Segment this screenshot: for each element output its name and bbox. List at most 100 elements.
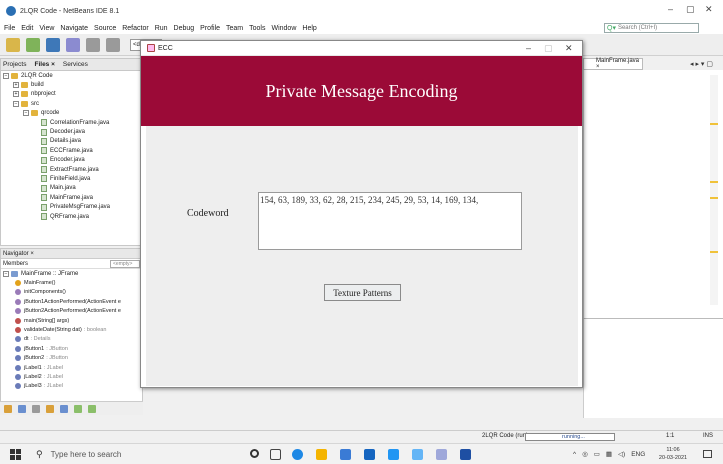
redo-icon[interactable] bbox=[106, 37, 120, 52]
texture-patterns-button[interactable]: Texture Patterns bbox=[324, 284, 401, 301]
member-item[interactable]: jButton1ActionPerformed(ActionEvent e bbox=[1, 297, 142, 306]
photos-icon[interactable] bbox=[388, 449, 399, 460]
menu-view[interactable]: View bbox=[39, 25, 54, 32]
member-item[interactable]: jButton2: JButton bbox=[1, 354, 142, 363]
undo-icon[interactable] bbox=[86, 37, 100, 52]
minimize-icon[interactable]: – bbox=[668, 4, 673, 14]
display-icon[interactable]: ▦ bbox=[606, 450, 612, 458]
tree-folder[interactable]: + nbproject bbox=[1, 90, 142, 99]
panel-tab-1[interactable]: Files × bbox=[34, 61, 54, 68]
tree-file[interactable]: MainFrame.java bbox=[1, 193, 142, 202]
expand-icon[interactable]: + bbox=[13, 82, 19, 89]
edge-browser-icon[interactable] bbox=[292, 449, 303, 460]
editor-tab-mainframe[interactable]: MainFrame.java × bbox=[583, 58, 643, 70]
error-stripe-mark[interactable] bbox=[710, 197, 718, 199]
filter-icon[interactable] bbox=[60, 404, 68, 413]
member-item[interactable]: main(String[] args) bbox=[1, 316, 142, 325]
menu-source[interactable]: Source bbox=[94, 25, 116, 32]
menu-edit[interactable]: Edit bbox=[21, 25, 33, 32]
tree-file[interactable]: Main.java bbox=[1, 184, 142, 193]
new-project-icon[interactable] bbox=[6, 37, 20, 52]
editor-tab-controls[interactable]: ◂ ▸ ▾ ▢ bbox=[690, 60, 713, 68]
netbeans-taskbar-icon[interactable] bbox=[412, 449, 423, 460]
tree-file[interactable]: ECCFrame.java bbox=[1, 146, 142, 155]
cortana-icon[interactable] bbox=[250, 449, 259, 458]
tree-folder[interactable]: − src bbox=[1, 99, 142, 108]
navigator-title[interactable]: Navigator × bbox=[1, 249, 142, 259]
navigator-root[interactable]: − MainFrame :: JFrame bbox=[1, 269, 142, 278]
output-window[interactable] bbox=[583, 318, 723, 418]
tree-folder[interactable]: + build bbox=[1, 80, 142, 89]
expand-icon[interactable]: + bbox=[13, 91, 19, 98]
word-icon[interactable] bbox=[460, 449, 471, 460]
menu-team[interactable]: Team bbox=[226, 25, 243, 32]
filter-icon[interactable] bbox=[18, 404, 26, 413]
member-item[interactable]: MainFrame() bbox=[1, 278, 142, 287]
menu-window[interactable]: Window bbox=[271, 25, 296, 32]
tree-file[interactable]: Decoder.java bbox=[1, 127, 142, 136]
tree-file[interactable]: CorrelationFrame.java bbox=[1, 118, 142, 127]
tree-file[interactable]: Encoder.java bbox=[1, 156, 142, 165]
menu-debug[interactable]: Debug bbox=[174, 25, 195, 32]
task-view-icon[interactable] bbox=[270, 449, 281, 460]
save-all-icon[interactable] bbox=[46, 37, 60, 52]
notification-icon[interactable] bbox=[703, 450, 712, 458]
menu-run[interactable]: Run bbox=[155, 25, 168, 32]
panel-tab-2[interactable]: Services bbox=[63, 61, 88, 68]
error-stripe-mark[interactable] bbox=[710, 123, 718, 125]
member-item[interactable]: initComponents() bbox=[1, 288, 142, 297]
menu-refactor[interactable]: Refactor bbox=[122, 25, 148, 32]
network-icon[interactable]: ◎ bbox=[582, 450, 588, 458]
editor-scrollbar[interactable] bbox=[710, 75, 718, 305]
sort-icon[interactable] bbox=[88, 404, 96, 413]
menu-help[interactable]: Help bbox=[302, 25, 316, 32]
close-icon[interactable]: ✕ bbox=[565, 43, 573, 54]
menu-navigate[interactable]: Navigate bbox=[60, 25, 88, 32]
start-button[interactable] bbox=[10, 449, 21, 460]
filter-icon[interactable] bbox=[4, 404, 12, 413]
tree-folder[interactable]: − 2LQR Code bbox=[1, 71, 142, 80]
taskbar-search-box[interactable]: ⚲ Type here to search bbox=[28, 446, 228, 463]
code-editor[interactable] bbox=[583, 70, 723, 318]
tree-folder[interactable]: − qrcode bbox=[1, 109, 142, 118]
collapse-icon[interactable]: − bbox=[3, 270, 9, 277]
filter-icon[interactable] bbox=[32, 404, 40, 413]
tree-file[interactable]: PrivateMsgFrame.java bbox=[1, 202, 142, 211]
close-icon[interactable]: ✕ bbox=[705, 4, 713, 15]
tree-file[interactable]: QRFrame.java bbox=[1, 212, 142, 221]
member-item[interactable]: jButton1: JButton bbox=[1, 344, 142, 353]
volume-icon[interactable]: ◁) bbox=[618, 450, 625, 458]
collapse-icon[interactable]: − bbox=[3, 72, 9, 79]
show-hidden-icons[interactable]: ^ bbox=[573, 451, 576, 458]
member-item[interactable]: jLabel2: JLabel bbox=[1, 372, 142, 381]
maximize-icon[interactable]: ▢ bbox=[686, 4, 695, 15]
tree-file[interactable]: FiniteField.java bbox=[1, 174, 142, 183]
language-indicator[interactable]: ENG bbox=[631, 451, 645, 458]
open-project-icon[interactable] bbox=[66, 37, 80, 52]
collapse-icon[interactable]: − bbox=[13, 100, 19, 107]
menu-profile[interactable]: Profile bbox=[200, 25, 220, 32]
minimize-icon[interactable]: – bbox=[526, 43, 531, 53]
java-taskbar-icon[interactable] bbox=[436, 449, 447, 460]
member-item[interactable]: jButton2ActionPerformed(ActionEvent e bbox=[1, 307, 142, 316]
member-item[interactable]: validateDate(String dat): boolean bbox=[1, 325, 142, 334]
collapse-icon[interactable]: − bbox=[23, 110, 29, 117]
ide-search-input[interactable]: Q▾ Search (Ctrl+I) bbox=[604, 23, 699, 33]
member-item[interactable]: jLabel1: JLabel bbox=[1, 363, 142, 372]
members-filter-select[interactable]: <empty> bbox=[110, 260, 140, 268]
codeword-textarea[interactable]: 154, 63, 189, 33, 62, 28, 215, 234, 245,… bbox=[258, 192, 522, 250]
run-progress-bar[interactable]: running... bbox=[525, 433, 615, 441]
member-item[interactable]: jLabel3: JLabel bbox=[1, 382, 142, 391]
battery-icon[interactable]: ▭ bbox=[594, 450, 600, 458]
tree-file[interactable]: ExtractFrame.java bbox=[1, 165, 142, 174]
error-stripe-mark[interactable] bbox=[710, 251, 718, 253]
ecc-title-bar[interactable]: ECC – ▢ ✕ bbox=[141, 41, 582, 56]
menu-tools[interactable]: Tools bbox=[249, 25, 265, 32]
mail-icon[interactable] bbox=[364, 449, 375, 460]
member-item[interactable]: dt: Details bbox=[1, 335, 142, 344]
file-explorer-icon[interactable] bbox=[316, 449, 327, 460]
panel-tab-0[interactable]: Projects bbox=[3, 61, 26, 68]
menu-file[interactable]: File bbox=[4, 25, 15, 32]
taskbar-clock[interactable]: 11:06 20-03-2021 bbox=[656, 446, 690, 462]
error-stripe-mark[interactable] bbox=[710, 181, 718, 183]
